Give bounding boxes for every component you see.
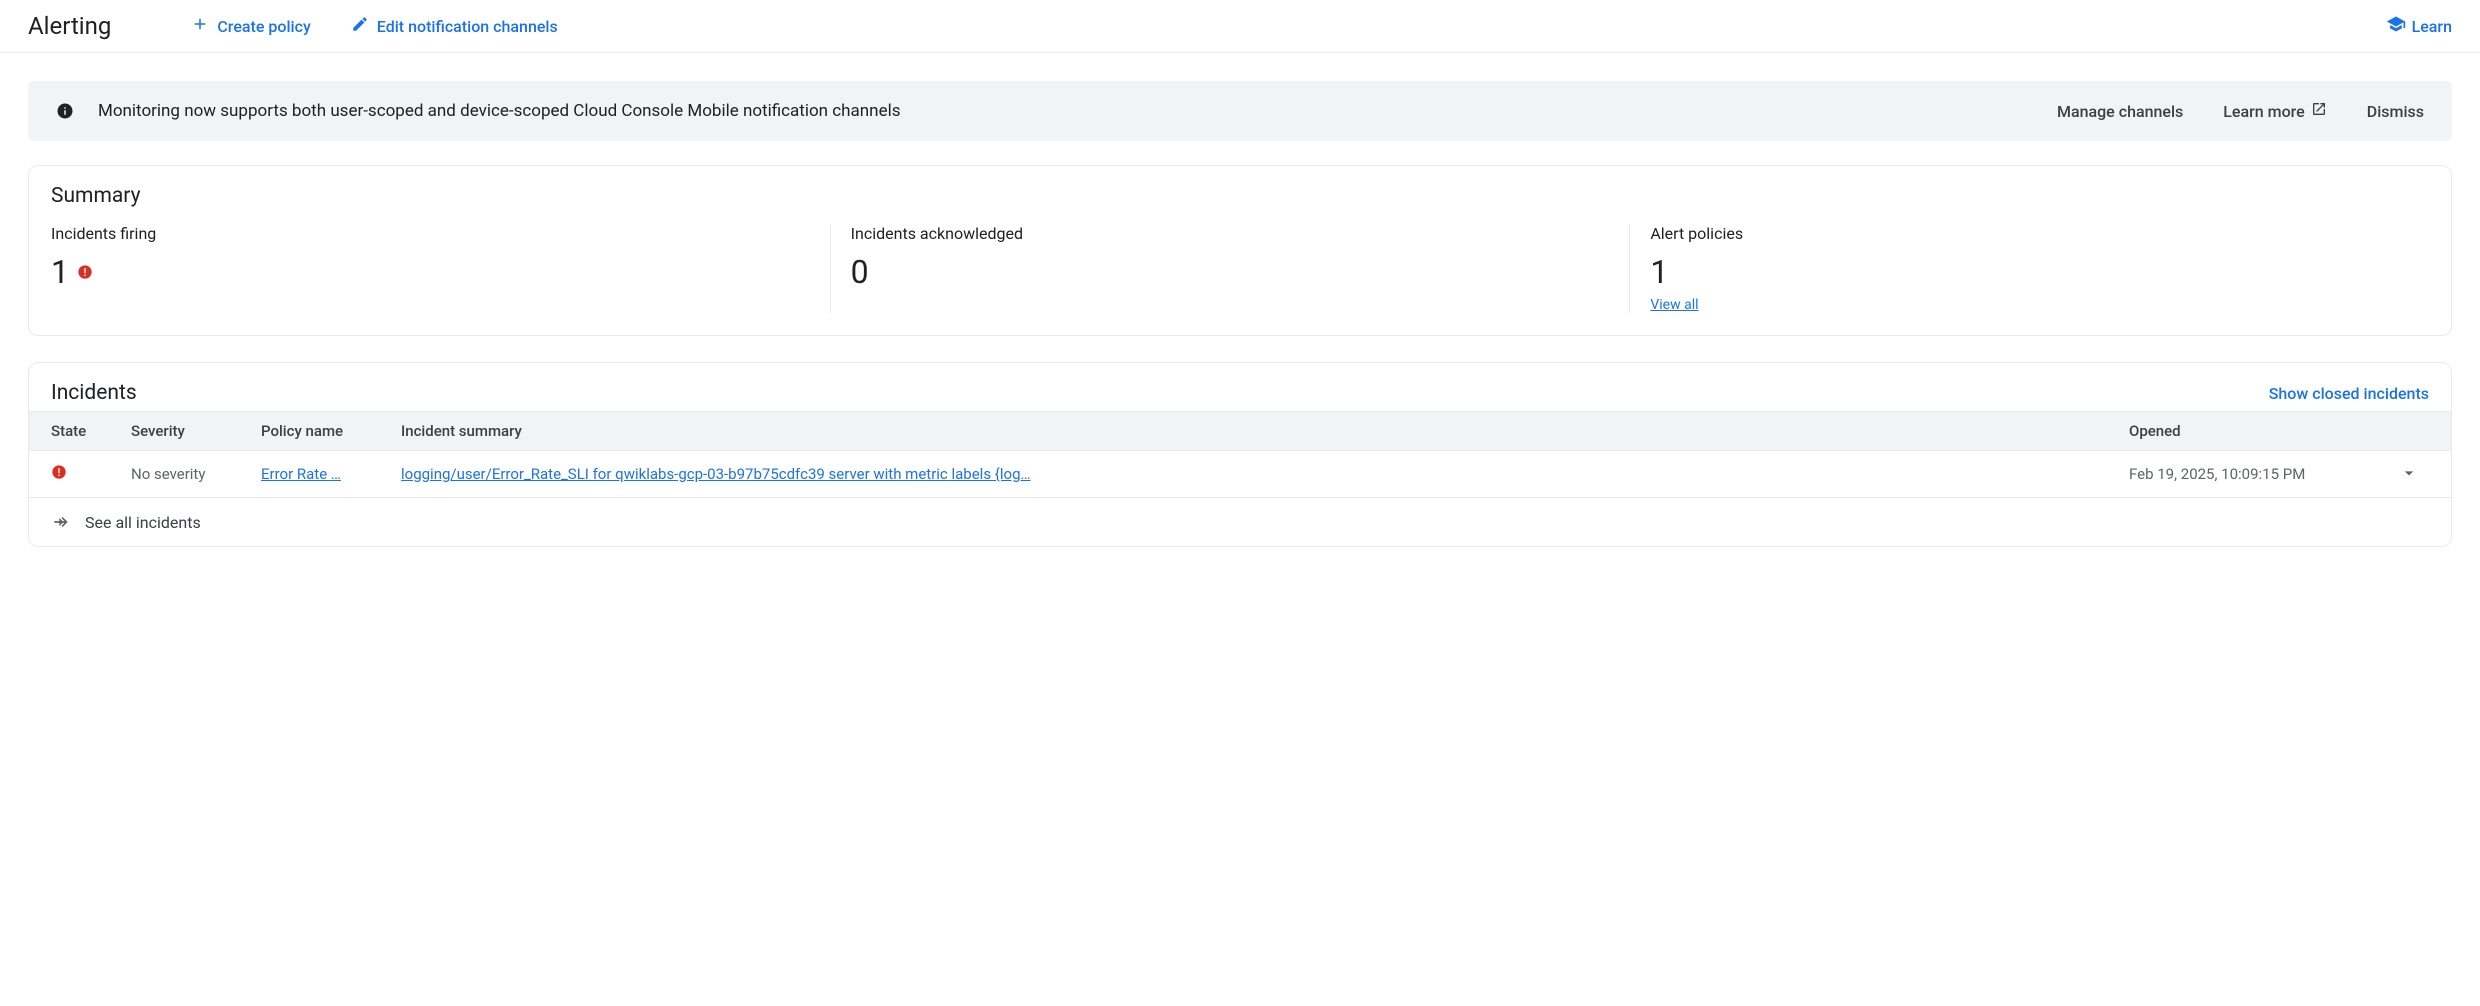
see-all-label: See all incidents	[85, 513, 201, 532]
expand-cell	[2389, 461, 2429, 487]
summary-policies: Alert policies 1 View all	[1630, 224, 2429, 313]
edit-channels-button[interactable]: Edit notification channels	[351, 15, 558, 37]
ack-label: Incidents acknowledged	[851, 224, 1610, 243]
header-actions: Create policy Edit notification channels	[191, 15, 557, 37]
policy-cell: Error Rate …	[261, 465, 401, 483]
view-all-link[interactable]: View all	[1650, 297, 1698, 313]
state-cell	[51, 464, 131, 484]
summary-header: Summary	[29, 166, 2451, 214]
header-bar: Alerting Create policy Edit notification…	[0, 0, 2480, 53]
summary-acknowledged: Incidents acknowledged 0	[831, 224, 1631, 313]
show-closed-button[interactable]: Show closed incidents	[2269, 384, 2429, 403]
policies-label: Alert policies	[1650, 224, 2409, 243]
incidents-card: Incidents Show closed incidents State Se…	[28, 362, 2452, 547]
firing-value-wrap: 1	[51, 253, 810, 291]
col-state: State	[51, 422, 131, 440]
incidents-table: State Severity Policy name Incident summ…	[29, 411, 2451, 546]
alert-icon	[77, 264, 93, 280]
summary-title: Summary	[51, 184, 141, 208]
summary-grid: Incidents firing 1 Incidents acknowledge…	[29, 214, 2451, 335]
firing-label: Incidents firing	[51, 224, 810, 243]
opened-cell: Feb 19, 2025, 10:09:15 PM	[2129, 465, 2389, 483]
banner-message: Monitoring now supports both user-scoped…	[98, 101, 901, 121]
pencil-icon	[351, 15, 369, 37]
firing-value: 1	[51, 253, 69, 291]
ack-value: 0	[851, 253, 1610, 291]
col-policy: Policy name	[261, 422, 401, 440]
graduation-cap-icon	[2386, 14, 2406, 38]
create-policy-button[interactable]: Create policy	[191, 15, 310, 37]
manage-channels-button[interactable]: Manage channels	[2057, 102, 2183, 121]
edit-channels-label: Edit notification channels	[377, 17, 558, 36]
col-opened: Opened	[2129, 422, 2389, 440]
col-expand	[2389, 422, 2429, 440]
notification-banner: Monitoring now supports both user-scoped…	[28, 81, 2452, 141]
summary-cell: logging/user/Error_Rate_SLI for qwiklabs…	[401, 465, 2129, 483]
policies-value: 1	[1650, 253, 2409, 291]
page-title: Alerting	[28, 12, 111, 40]
incidents-title: Incidents	[51, 381, 137, 405]
incident-summary-link[interactable]: logging/user/Error_Rate_SLI for qwiklabs…	[401, 465, 2099, 483]
see-all-incidents-button[interactable]: See all incidents	[29, 498, 2451, 546]
alert-icon	[51, 466, 67, 484]
table-header: State Severity Policy name Incident summ…	[29, 411, 2451, 451]
summary-card: Summary Incidents firing 1 Incidents ack…	[28, 165, 2452, 336]
col-summary: Incident summary	[401, 422, 2129, 440]
banner-actions: Manage channels Learn more Dismiss	[2057, 101, 2424, 121]
table-row: No severity Error Rate … logging/user/Er…	[29, 451, 2451, 498]
content: Monitoring now supports both user-scoped…	[0, 53, 2480, 601]
banner-message-wrap: Monitoring now supports both user-scoped…	[56, 101, 2029, 121]
plus-icon	[191, 15, 209, 37]
info-icon	[56, 102, 74, 120]
external-link-icon	[2311, 101, 2327, 121]
arrow-right-icon	[51, 512, 71, 532]
policy-link[interactable]: Error Rate …	[261, 465, 341, 483]
dismiss-button[interactable]: Dismiss	[2367, 102, 2424, 121]
create-policy-label: Create policy	[217, 17, 310, 36]
learn-button[interactable]: Learn	[2386, 14, 2452, 38]
learn-more-label: Learn more	[2223, 102, 2304, 121]
learn-more-button[interactable]: Learn more	[2223, 101, 2326, 121]
chevron-down-icon[interactable]	[2397, 461, 2421, 485]
summary-firing: Incidents firing 1	[51, 224, 831, 313]
severity-cell: No severity	[131, 465, 261, 483]
incidents-header: Incidents Show closed incidents	[29, 363, 2451, 411]
col-severity: Severity	[131, 422, 261, 440]
learn-label: Learn	[2412, 17, 2452, 36]
